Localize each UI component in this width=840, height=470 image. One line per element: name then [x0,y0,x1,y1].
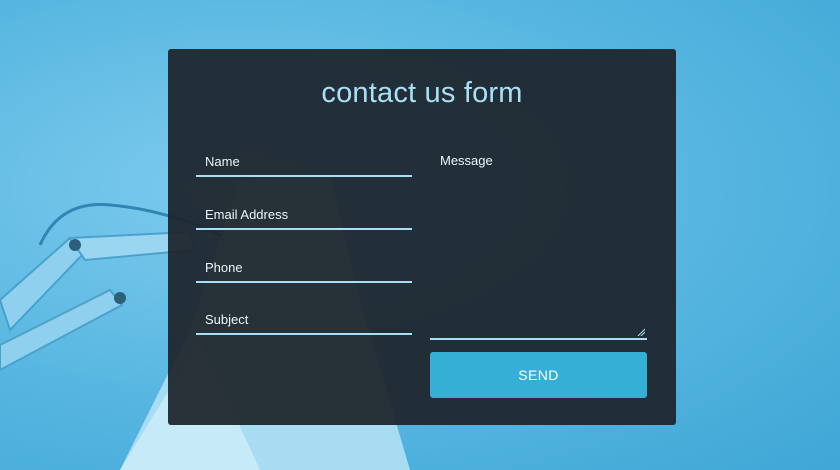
name-field[interactable] [196,147,412,175]
phone-field[interactable] [196,253,412,281]
email-field-wrapper [196,200,412,230]
name-field-wrapper [196,147,412,177]
resize-grip-icon[interactable] [637,328,645,336]
send-button[interactable]: SEND [430,352,647,398]
contact-form-card: contact us form SEND [168,49,676,425]
form-title: contact us form [321,77,523,109]
subject-field-wrapper [196,305,412,335]
subject-field[interactable] [196,305,412,333]
message-field-wrapper [430,145,647,340]
phone-field-wrapper [196,253,412,283]
email-field[interactable] [196,200,412,228]
message-field[interactable] [430,145,647,338]
